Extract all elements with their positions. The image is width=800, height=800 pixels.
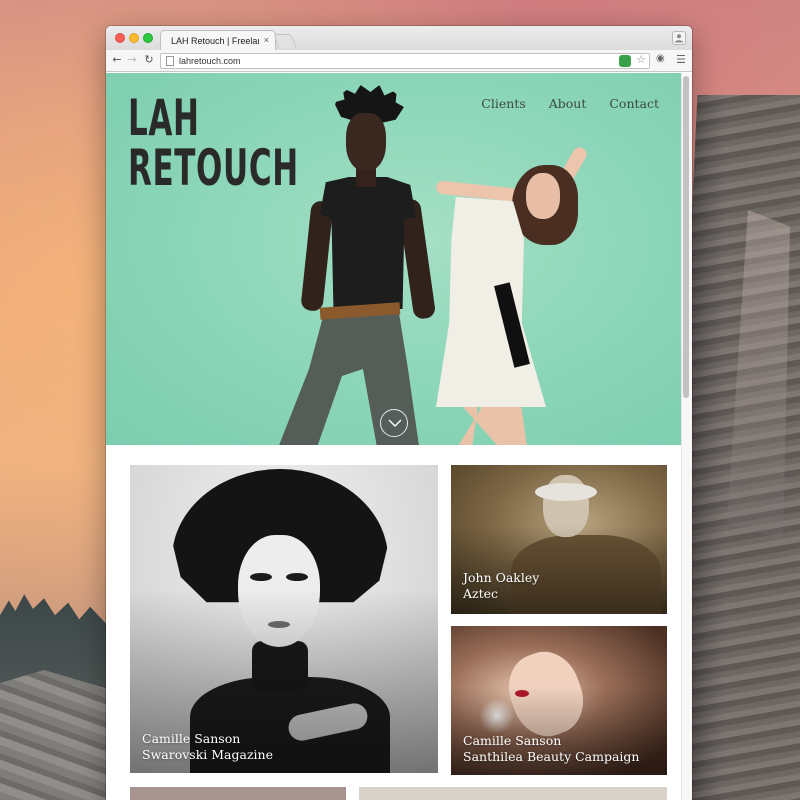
scrollbar[interactable]	[681, 73, 692, 800]
nav-link-about[interactable]: About	[549, 96, 587, 111]
portfolio-image-shape	[535, 483, 597, 501]
scroll-down-button[interactable]	[380, 409, 408, 437]
hero-banner: LAH RETOUCH Clients About Contact	[106, 73, 681, 445]
page-icon	[166, 56, 174, 66]
wallpaper-rocks	[0, 670, 110, 800]
tab-close-icon[interactable]: ×	[264, 35, 269, 45]
address-bar[interactable]: lahretouch.com ☆	[160, 53, 650, 69]
reload-button[interactable]: ↻	[142, 53, 156, 66]
site-logo[interactable]: LAH RETOUCH	[128, 93, 299, 193]
card-photographer: Camille Sanson	[142, 731, 241, 746]
scrollbar-thumb[interactable]	[683, 76, 689, 398]
chevron-down-icon	[388, 419, 402, 427]
hero-model-shirt	[320, 177, 416, 309]
window-maximize-button[interactable]	[143, 33, 153, 43]
url-text: lahretouch.com	[179, 56, 241, 66]
card-photographer: John Oakley	[463, 570, 540, 585]
card-project: Swarovski Magazine	[142, 747, 273, 762]
forward-button[interactable]: →	[125, 53, 139, 66]
site-nav: Clients About Contact	[462, 96, 659, 111]
page-viewport[interactable]: LAH RETOUCH Clients About Contact Camill…	[106, 73, 692, 800]
card-caption: Camille Sanson Santhilea Beauty Campaign	[463, 733, 639, 765]
browser-window: LAH Retouch | Freelance R × ← → ↻ lahret…	[106, 26, 692, 800]
portfolio-image-shape	[286, 573, 308, 581]
tab-title: LAH Retouch | Freelance R	[171, 36, 259, 46]
nav-link-clients[interactable]: Clients	[481, 96, 525, 111]
card-project: Aztec	[463, 586, 499, 601]
back-button[interactable]: ←	[110, 53, 124, 66]
card-project: Santhilea Beauty Campaign	[463, 749, 640, 764]
window-minimize-button[interactable]	[129, 33, 139, 43]
globe-icon[interactable]: ◉	[656, 53, 665, 64]
portfolio-card[interactable]	[130, 787, 346, 800]
window-close-button[interactable]	[115, 33, 125, 43]
tab-active[interactable]: LAH Retouch | Freelance R ×	[160, 30, 276, 50]
hero-model-face	[346, 113, 386, 171]
bookmark-star-icon[interactable]: ☆	[636, 53, 646, 66]
logo-line: RETOUCH	[128, 139, 299, 197]
portfolio-card[interactable]: Camille Sanson Swarovski Magazine	[130, 465, 438, 773]
menu-icon[interactable]: ☰	[676, 53, 686, 66]
new-tab-button[interactable]	[273, 34, 297, 48]
title-bar: LAH Retouch | Freelance R ×	[106, 26, 692, 50]
profile-icon[interactable]	[672, 31, 686, 45]
card-photographer: Camille Sanson	[463, 733, 562, 748]
portfolio-image-shape	[250, 573, 272, 581]
portfolio-card[interactable]	[359, 787, 667, 800]
card-caption: Camille Sanson Swarovski Magazine	[142, 731, 273, 763]
card-caption: John Oakley Aztec	[463, 570, 539, 602]
logo-line: LAH	[128, 89, 200, 147]
portfolio-card[interactable]: John Oakley Aztec	[451, 465, 667, 614]
browser-toolbar: ← → ↻ lahretouch.com ☆ ◉ ☰	[106, 50, 692, 72]
hero-model-face	[526, 173, 560, 219]
extension-icon[interactable]	[619, 55, 631, 67]
nav-link-contact[interactable]: Contact	[609, 96, 659, 111]
portfolio-card[interactable]: Camille Sanson Santhilea Beauty Campaign	[451, 626, 667, 775]
